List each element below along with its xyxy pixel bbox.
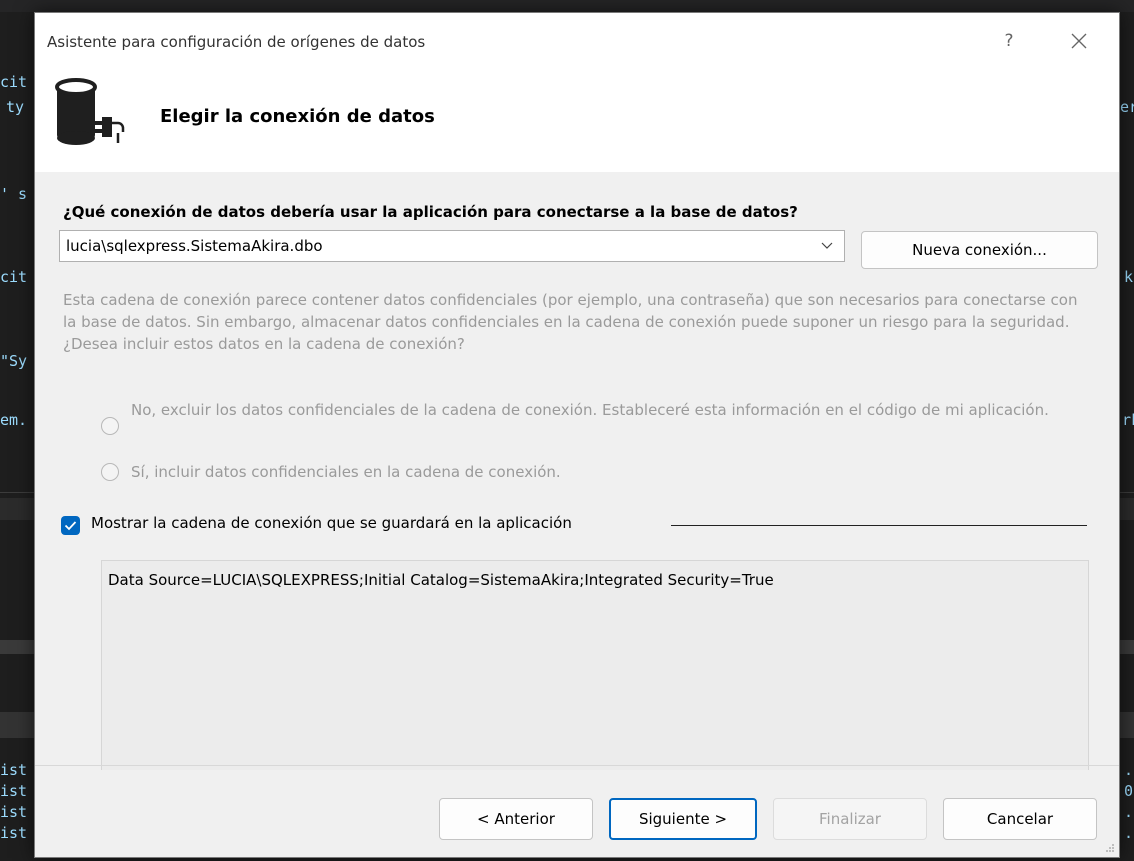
cancel-button[interactable]: Cancelar <box>943 798 1097 840</box>
code-fragment: . <box>1124 761 1134 779</box>
group-separator <box>671 525 1087 526</box>
connection-string-text: Data Source=LUCIA\SQLEXPRESS;Initial Cat… <box>108 571 774 589</box>
dialog-title: Asistente para configuración de orígenes… <box>47 33 426 51</box>
help-button[interactable]: ? <box>993 27 1025 55</box>
page-heading: Elegir la conexión de datos <box>160 106 435 127</box>
connection-string-box[interactable]: Data Source=LUCIA\SQLEXPRESS;Initial Cat… <box>101 560 1089 770</box>
sensitive-data-info: Esta cadena de conexión parece contener … <box>63 291 1078 353</box>
close-button[interactable] <box>1063 27 1095 55</box>
chevron-down-icon <box>821 242 833 249</box>
code-fragment: ist <box>0 824 28 842</box>
dialog-header: Asistente para configuración de orígenes… <box>35 13 1119 172</box>
show-connection-string-checkbox[interactable] <box>61 516 80 535</box>
finish-button[interactable]: Finalizar <box>773 798 927 840</box>
code-fragment: . <box>1124 824 1134 842</box>
include-sensitive-radio[interactable] <box>101 463 119 481</box>
code-fragment: ' s <box>0 185 28 203</box>
connection-select-value: lucia\sqlexpress.SistemaAkira.dbo <box>66 237 323 255</box>
data-source-wizard-dialog: Asistente para configuración de orígenes… <box>34 12 1120 858</box>
code-fragment: "Sy <box>0 352 28 370</box>
connection-question: ¿Qué conexión de datos debería usar la a… <box>63 203 798 221</box>
exclude-sensitive-label: No, excluir los datos confidenciales de … <box>131 401 1049 419</box>
resize-grip-icon[interactable] <box>1105 843 1115 853</box>
code-fragment: k: <box>1124 268 1134 286</box>
code-fragment: ist <box>0 761 28 779</box>
back-button[interactable]: < Anterior <box>439 798 593 840</box>
next-button[interactable]: Siguiente > <box>609 798 757 840</box>
code-fragment: ist <box>0 803 28 821</box>
footer-divider <box>35 765 1119 766</box>
code-fragment: er <box>1120 98 1134 116</box>
close-icon <box>1071 33 1087 49</box>
checkmark-icon <box>64 521 77 531</box>
database-connection-icon <box>55 78 125 145</box>
code-fragment: 0 <box>1124 782 1134 800</box>
exclude-sensitive-radio[interactable] <box>101 417 119 435</box>
include-sensitive-label: Sí, incluir datos confidenciales en la c… <box>131 463 561 481</box>
code-fragment: cit <box>0 268 28 286</box>
code-fragment: rk <box>1122 411 1134 429</box>
code-fragment: ist <box>0 782 28 800</box>
editor-top-band <box>0 0 1134 12</box>
code-fragment: . <box>1124 803 1134 821</box>
code-fragment: ty <box>6 98 25 116</box>
show-connection-string-label: Mostrar la cadena de conexión que se gua… <box>91 514 572 532</box>
code-fragment: cit <box>0 73 28 91</box>
code-fragment: em. <box>0 411 28 429</box>
new-connection-button[interactable]: Nueva conexión... <box>861 231 1098 269</box>
connection-select[interactable]: lucia\sqlexpress.SistemaAkira.dbo <box>59 230 845 262</box>
